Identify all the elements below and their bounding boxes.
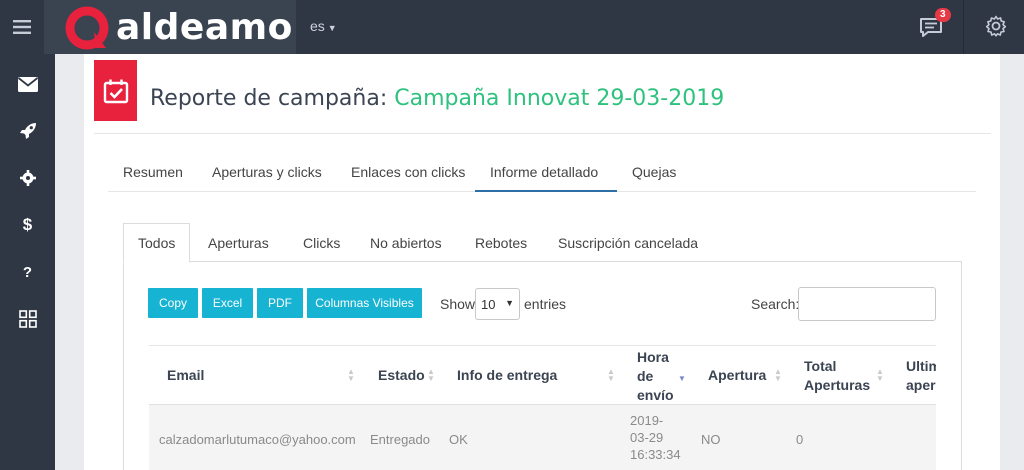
search-label: Search:	[751, 296, 800, 312]
header-line: envío	[637, 387, 674, 403]
tab-resumen[interactable]: Resumen	[123, 164, 183, 180]
excel-button[interactable]: Excel	[202, 288, 253, 318]
rocket-icon[interactable]	[0, 116, 55, 146]
dollar-icon[interactable]: $	[0, 210, 55, 240]
cell-hora-envio: 2019- 03-29 16:33:34	[630, 412, 681, 463]
page-size-select[interactable]: 10 ▼	[475, 288, 520, 320]
tab-no-abiertos[interactable]: No abiertos	[370, 235, 442, 251]
header-line: de	[637, 368, 654, 384]
tab-clicks[interactable]: Clicks	[303, 235, 340, 251]
sort-icon[interactable]: ▲ ▼	[347, 368, 355, 383]
divider	[963, 0, 964, 54]
page-title: Reporte de campaña: Campaña Innovat 29-0…	[150, 86, 724, 111]
column-header-email[interactable]: Email	[167, 366, 204, 385]
search-input[interactable]	[798, 287, 936, 321]
sort-desc-icon[interactable]: ▲▼	[678, 368, 686, 383]
notification-badge: 3	[935, 8, 951, 22]
cell-total-aperturas: 0	[796, 432, 804, 447]
cell-line: 2019-	[630, 413, 664, 428]
cell-apertura: NO	[701, 432, 721, 447]
table-row[interactable]: calzadomarlutumaco@yahoo.com Entregado O…	[149, 405, 936, 470]
columns-visible-button[interactable]: Columnas Visibles	[307, 288, 422, 318]
copy-button[interactable]: Copy	[148, 288, 198, 318]
language-value: es	[310, 18, 325, 34]
campaign-name: Campaña Innovat 29-03-2019	[394, 86, 725, 111]
page-size-value: 10	[481, 297, 496, 312]
cell-line: 16:33:34	[630, 447, 681, 462]
gear-icon[interactable]	[0, 163, 55, 193]
cell-info-entrega: OK	[449, 432, 468, 447]
envelope-icon[interactable]	[0, 69, 55, 99]
header-line: Hora	[637, 349, 669, 365]
header-line: Ultim	[906, 358, 936, 374]
menu-icon[interactable]	[0, 0, 44, 54]
cell-line: 03-29	[630, 430, 664, 445]
gear-icon[interactable]	[984, 14, 1008, 38]
active-tab-indicator	[475, 190, 617, 192]
tab-todos[interactable]: Todos	[138, 235, 175, 251]
language-dropdown[interactable]: es ▼	[310, 18, 337, 34]
top-bar: aldeamo es ▼ 3	[0, 0, 1024, 54]
brand-name: aldeamo	[116, 6, 293, 48]
calendar-check-icon	[94, 60, 137, 121]
column-header-total-aperturas[interactable]: Total Aperturas	[804, 357, 870, 395]
table-header: Email ▲ ▼ Estado ▲ ▼ Info de entrega ▲ ▼ Ho…	[149, 345, 936, 405]
cell-email: calzadomarlutumaco@yahoo.com	[159, 432, 356, 447]
brand-logo[interactable]: aldeamo	[44, 0, 296, 54]
title-prefix: Reporte de campaña:	[150, 86, 388, 111]
column-header-ultima-apertura[interactable]: Ultim aper	[906, 357, 936, 395]
chevron-down-icon: ▼	[505, 298, 514, 308]
header-line: Aperturas	[804, 377, 871, 393]
divider	[94, 133, 991, 134]
sort-icon[interactable]: ▲ ▼	[774, 368, 782, 383]
grid-icon[interactable]	[0, 304, 55, 334]
header-line: Total	[804, 358, 837, 374]
tab-quejas[interactable]: Quejas	[632, 164, 676, 180]
tab-suscripcion-cancelada[interactable]: Suscripción cancelada	[558, 235, 698, 251]
tab-aperturas-y-clicks[interactable]: Aperturas y clicks	[212, 164, 322, 180]
report-tabs: Resumen Aperturas y clicks Enlaces con c…	[108, 152, 976, 192]
tab-enlaces-con-clicks[interactable]: Enlaces con clicks	[351, 164, 465, 180]
tab-aperturas[interactable]: Aperturas	[208, 235, 269, 251]
column-header-info-entrega[interactable]: Info de entrega	[457, 366, 557, 385]
tab-informe-detallado[interactable]: Informe detallado	[490, 164, 598, 180]
cell-estado: Entregado	[370, 432, 430, 447]
filter-tabs: Todos Aperturas Clicks No abiertos Rebot…	[123, 223, 962, 263]
column-header-hora-envio[interactable]: Hora de envío	[637, 348, 674, 405]
sort-icon[interactable]: ▲ ▼	[427, 368, 435, 383]
chevron-down-icon: ▼	[327, 23, 337, 33]
entries-label: entries	[524, 296, 567, 312]
show-label: Show	[440, 296, 476, 312]
column-header-estado[interactable]: Estado	[378, 366, 425, 385]
sidebar: $ ?	[0, 54, 55, 470]
tab-rebotes[interactable]: Rebotes	[475, 235, 527, 251]
logo-icon	[65, 6, 109, 50]
question-icon[interactable]: ?	[0, 257, 55, 287]
sort-icon[interactable]: ▲ ▼	[607, 368, 615, 383]
header-line: aper	[906, 377, 936, 393]
sort-icon[interactable]: ▲ ▼	[876, 368, 884, 383]
column-header-apertura[interactable]: Apertura	[708, 366, 766, 385]
pdf-button[interactable]: PDF	[257, 288, 303, 318]
